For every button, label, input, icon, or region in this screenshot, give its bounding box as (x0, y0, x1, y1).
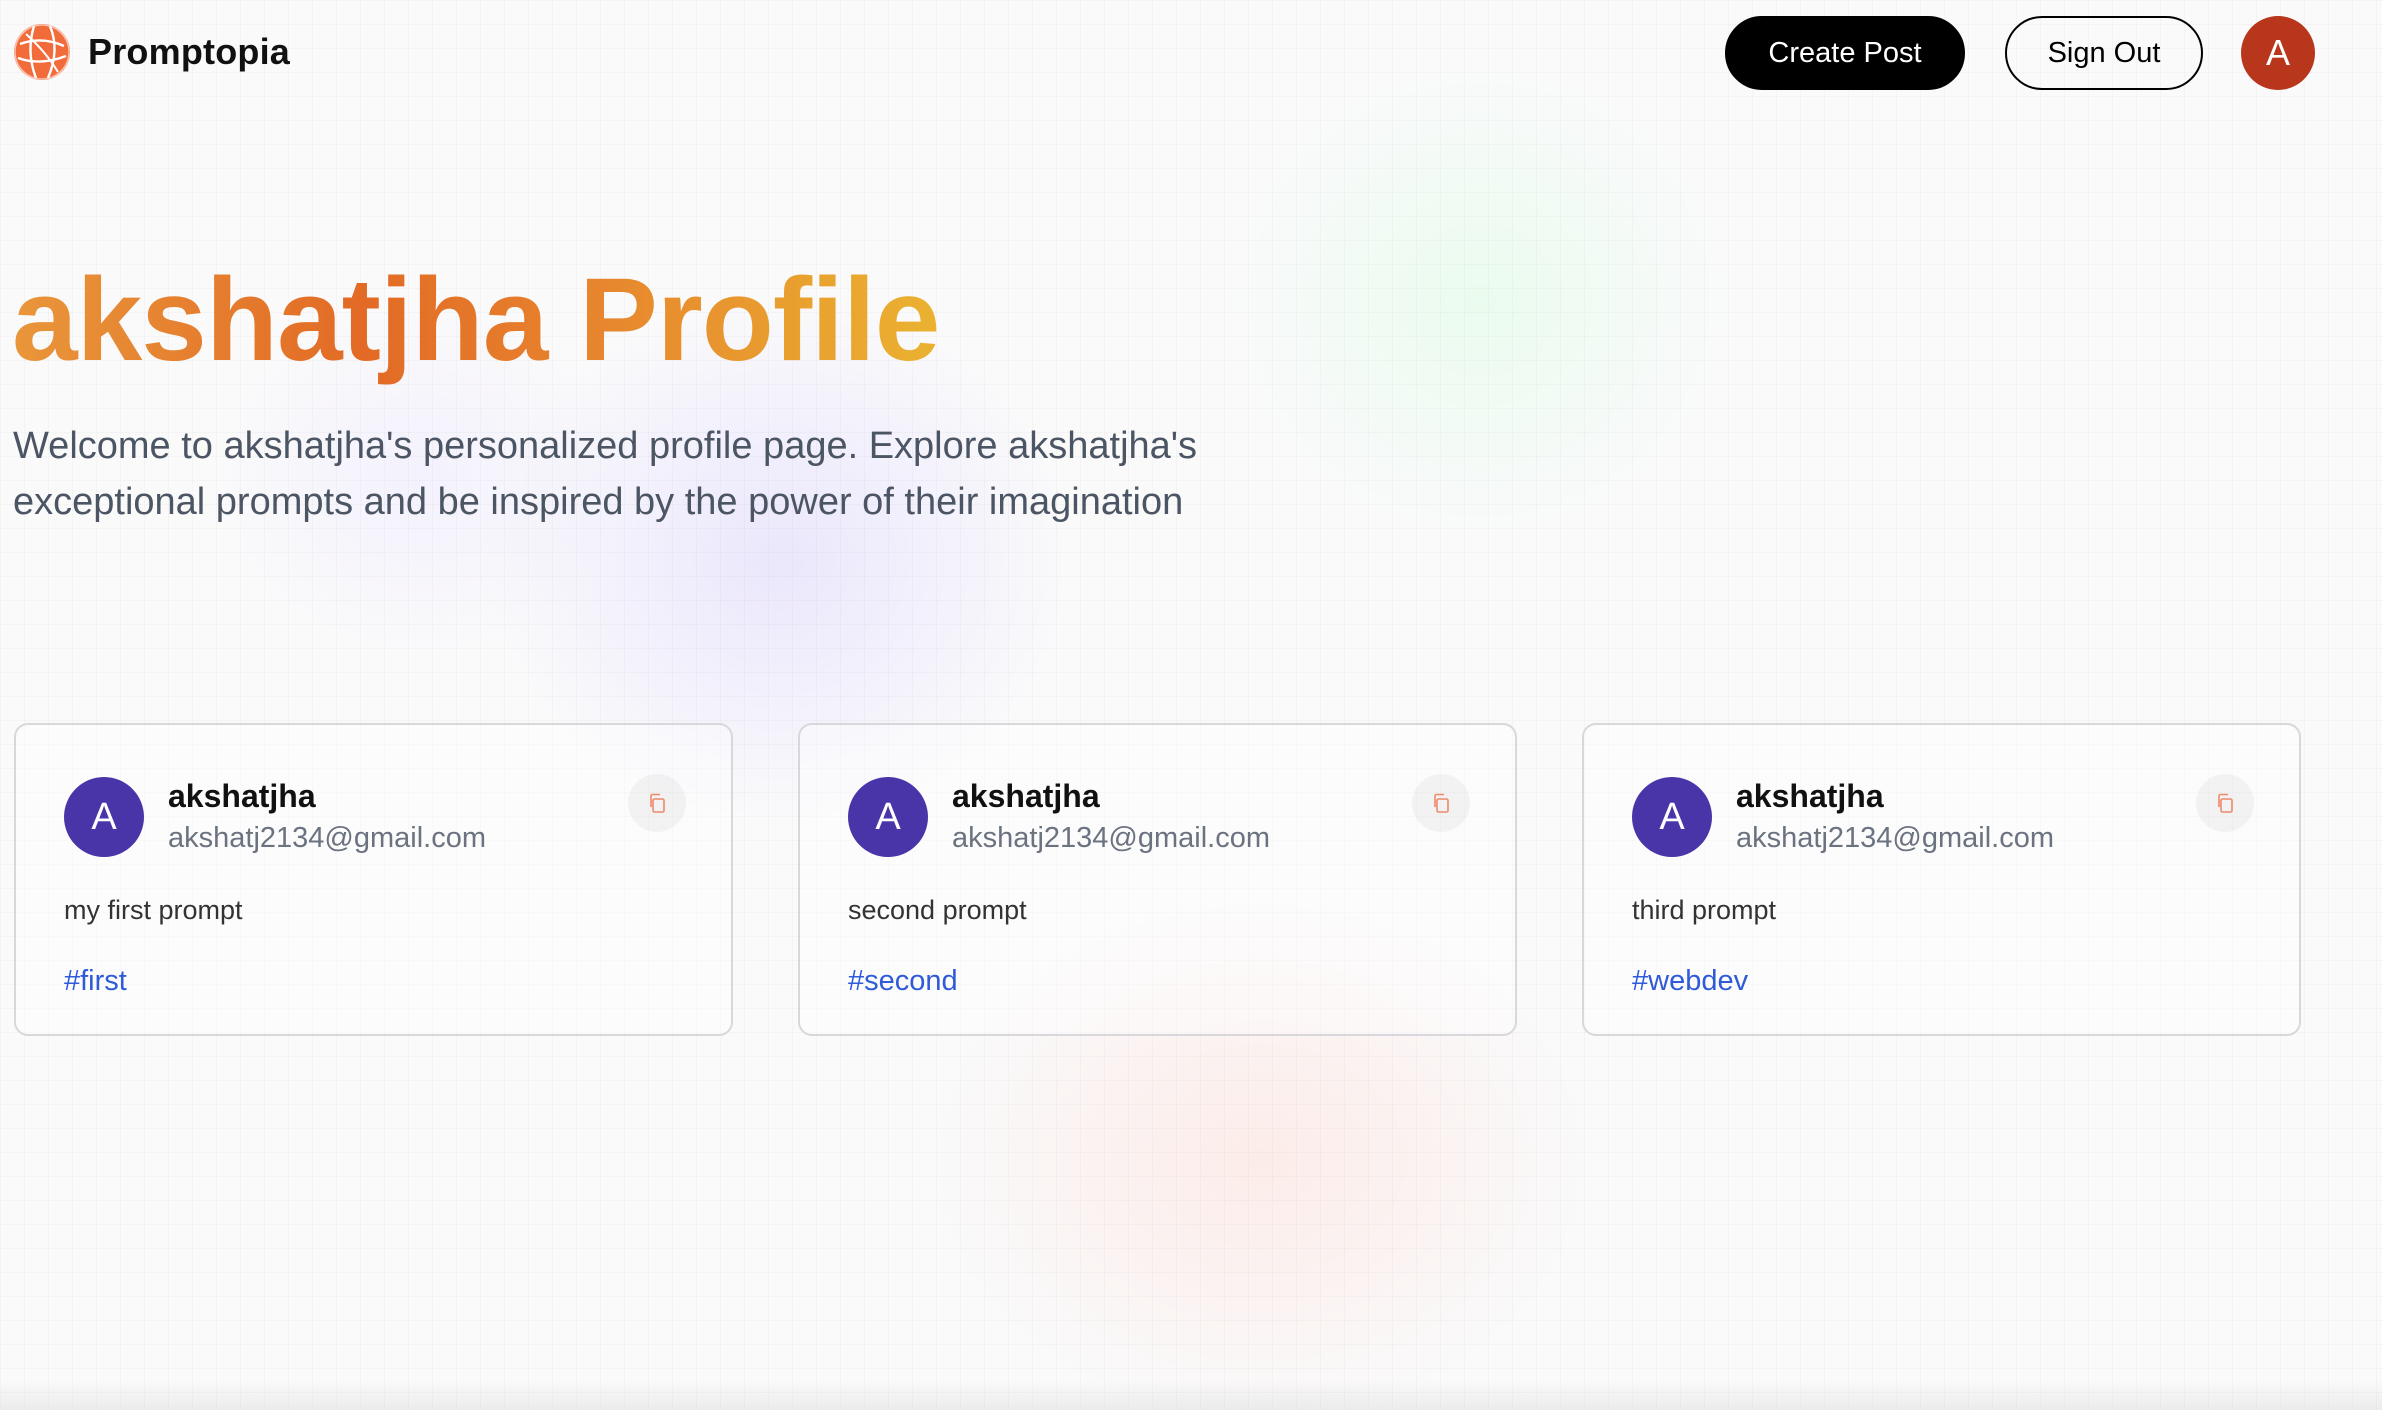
card-username[interactable]: akshatjha (952, 778, 1100, 815)
bottom-shadow (0, 1380, 2382, 1410)
prompt-card: A akshatjha akshatj2134@gmail.com second… (798, 723, 1517, 1036)
copy-button[interactable] (2196, 774, 2254, 832)
background-grid (0, 0, 2382, 1410)
brand-name: Promptopia (88, 31, 291, 72)
globe-logo-icon (14, 24, 70, 80)
copy-button[interactable] (628, 774, 686, 832)
sign-out-button[interactable]: Sign Out (2005, 16, 2203, 90)
copy-icon (1434, 793, 1449, 813)
card-tag[interactable]: #webdev (1632, 965, 1748, 998)
avatar[interactable]: A (848, 777, 928, 857)
card-tag[interactable]: #second (848, 965, 958, 998)
user-avatar[interactable]: A (2241, 16, 2315, 90)
create-post-button[interactable]: Create Post (1725, 16, 1965, 90)
navbar: Promptopia Create Post Sign Out A (0, 0, 2382, 105)
card-email: akshatj2134@gmail.com (952, 822, 1270, 854)
page-description: Welcome to akshatjha's personalized prof… (13, 425, 1198, 523)
card-prompt: third prompt (1632, 895, 1777, 925)
card-username[interactable]: akshatjha (168, 778, 316, 815)
page-title: akshatjha Profile (12, 254, 940, 386)
avatar[interactable]: A (1632, 777, 1712, 857)
card-prompt: second prompt (848, 895, 1027, 925)
card-username[interactable]: akshatjha (1736, 778, 1884, 815)
copy-button[interactable] (1412, 774, 1470, 832)
brand-link[interactable]: Promptopia (12, 22, 290, 82)
prompt-card: A akshatjha akshatj2134@gmail.com my fir… (14, 723, 733, 1036)
card-email: akshatj2134@gmail.com (168, 822, 486, 854)
avatar[interactable]: A (64, 777, 144, 857)
card-prompt: my first prompt (64, 895, 243, 925)
card-email: akshatj2134@gmail.com (1736, 822, 2054, 854)
card-tag[interactable]: #first (64, 965, 127, 998)
copy-icon (650, 793, 665, 813)
copy-icon (2218, 793, 2233, 813)
prompt-card: A akshatjha akshatj2134@gmail.com third … (1582, 723, 2301, 1036)
